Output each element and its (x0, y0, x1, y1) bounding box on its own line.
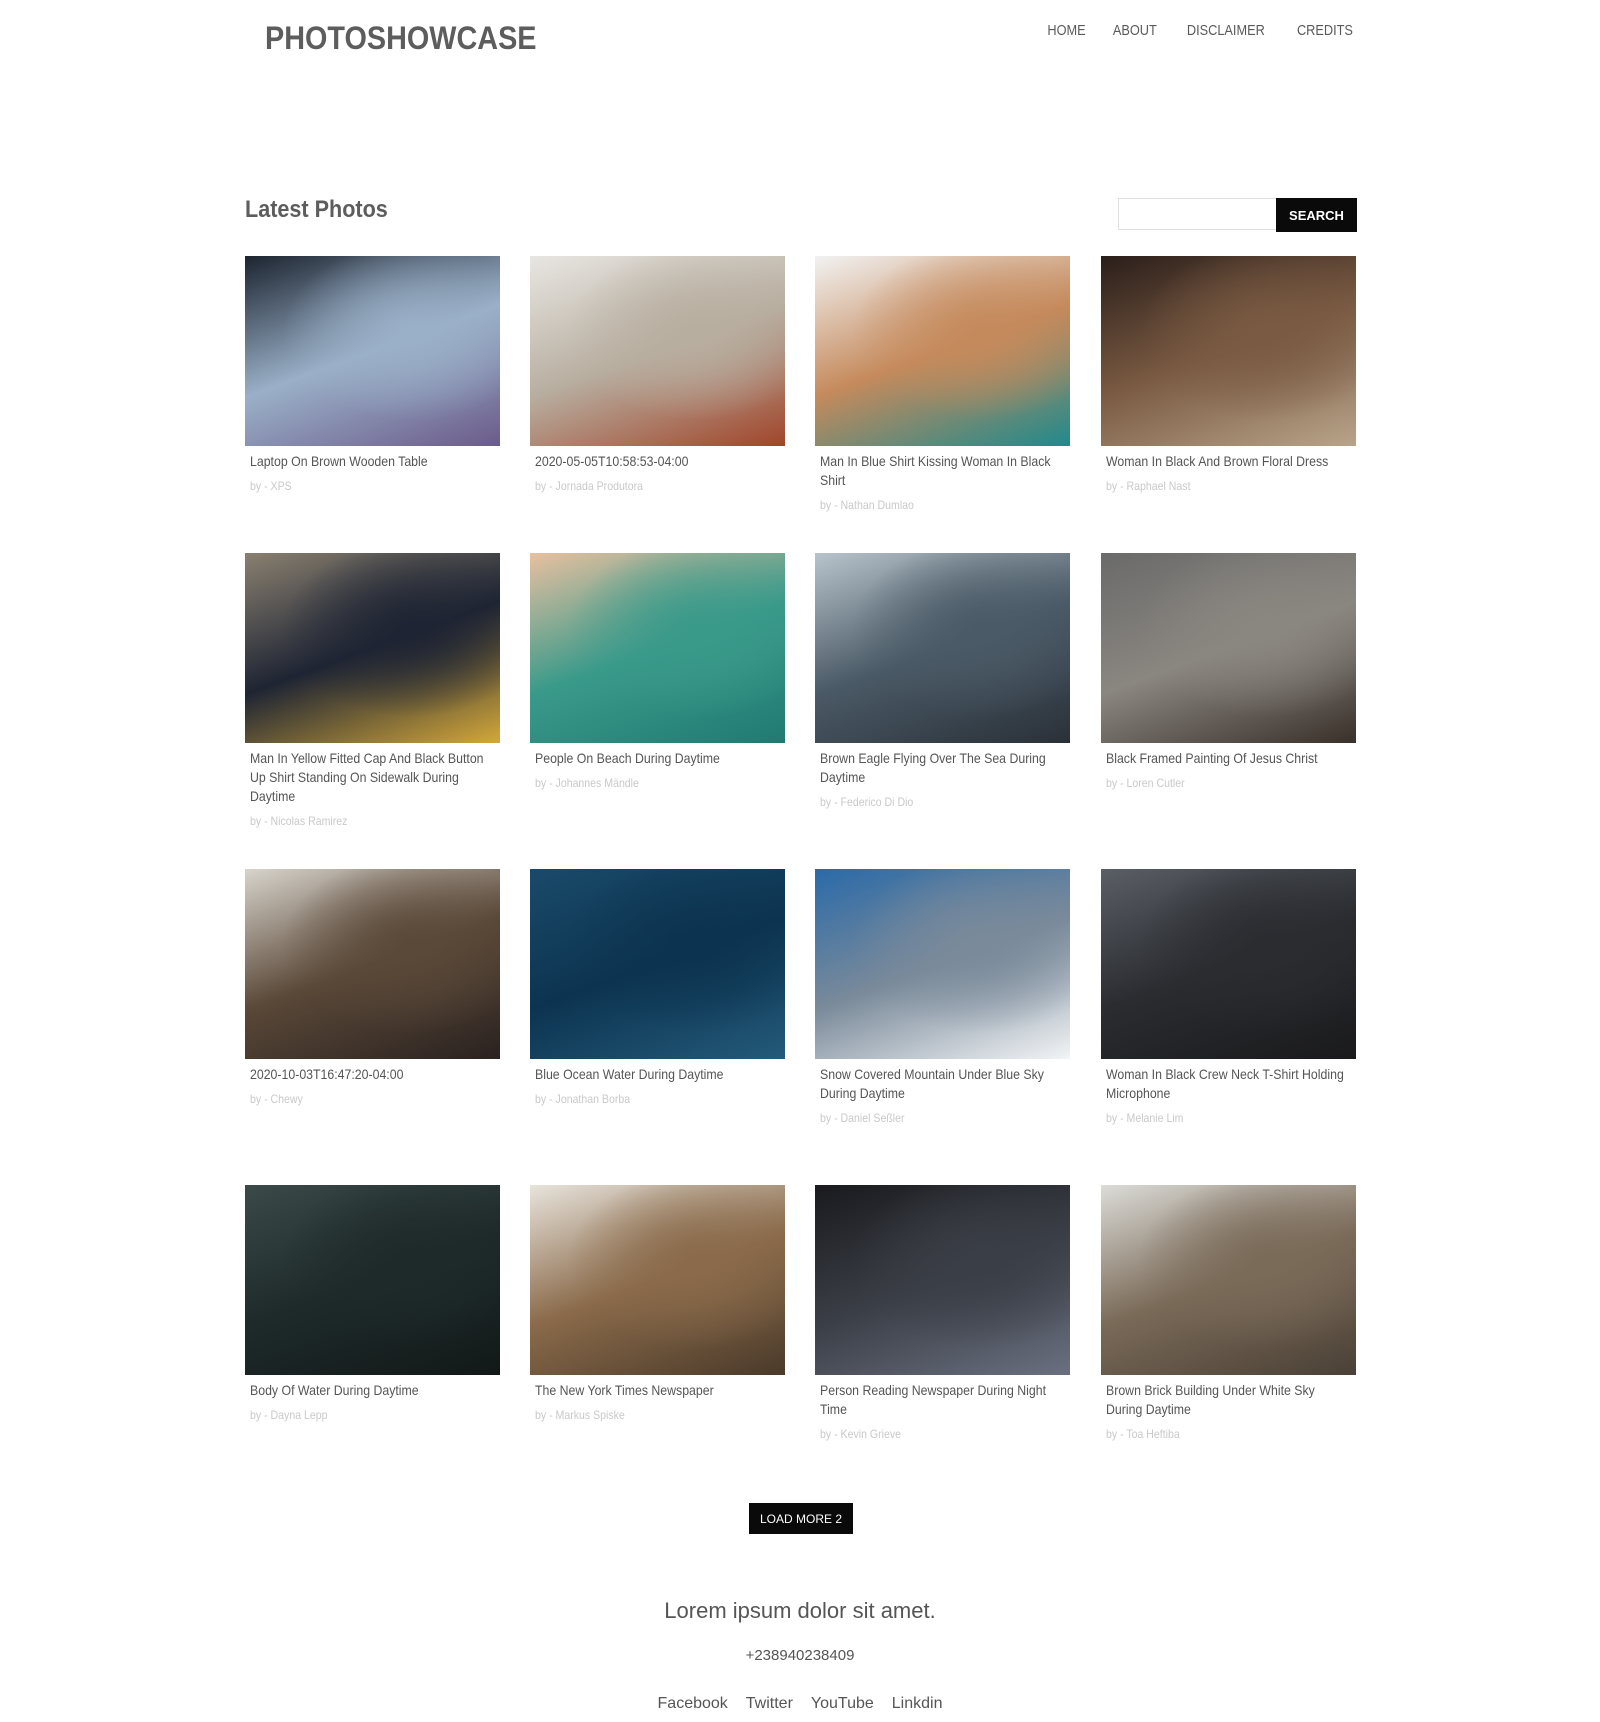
photo-thumbnail[interactable] (815, 256, 1070, 446)
search-input[interactable] (1118, 198, 1276, 230)
photo-thumbnail[interactable] (530, 553, 785, 743)
photo-title[interactable]: Woman In Black Crew Neck T-Shirt Holding… (1106, 1065, 1352, 1103)
photo-thumbnail[interactable] (530, 256, 785, 446)
photo-title[interactable]: Woman In Black And Brown Floral Dress (1106, 452, 1352, 471)
photo-author: by - Jornada Produtora (535, 479, 644, 493)
photo-thumbnail[interactable] (1101, 1185, 1356, 1375)
photo-card[interactable]: Black Framed Painting Of Jesus Christ by … (1101, 553, 1356, 790)
photo-author: by - Toa Heftiba (1106, 1427, 1180, 1441)
photo-card[interactable]: The New York Times Newspaper by - Markus … (530, 1185, 785, 1422)
nav-home[interactable]: HOME (1047, 22, 1085, 39)
photo-thumbnail[interactable] (815, 553, 1070, 743)
photo-author: by - Kevin Grieve (820, 1427, 902, 1441)
main-nav: HOME ABOUT DISCLAIMER CREDITS (1044, 22, 1358, 39)
footer-link-linkdin[interactable]: Linkdin (892, 1695, 943, 1713)
photo-title[interactable]: Snow Covered Mountain Under Blue Sky Dur… (820, 1065, 1066, 1103)
photo-card[interactable]: Man In Blue Shirt Kissing Woman In Black… (815, 256, 1070, 512)
photo-author: by - Melanie Lim (1106, 1111, 1184, 1125)
photo-card[interactable]: Brown Brick Building Under White Sky Dur… (1101, 1185, 1356, 1441)
photo-title[interactable]: Laptop On Brown Wooden Table (250, 452, 496, 471)
photo-author: by - Jonathan Borba (535, 1092, 631, 1106)
photo-card[interactable]: Woman In Black And Brown Floral Dress by … (1101, 256, 1356, 493)
photo-author: by - Nicolas Ramirez (250, 814, 348, 828)
photo-thumbnail[interactable] (1101, 553, 1356, 743)
photo-title[interactable]: Blue Ocean Water During Daytime (535, 1065, 781, 1084)
photo-card[interactable]: Body Of Water During Daytime by - Dayna L… (245, 1185, 500, 1422)
load-more-button[interactable]: LOAD MORE 2 (749, 1503, 853, 1534)
photo-thumbnail[interactable] (245, 869, 500, 1059)
photo-thumbnail[interactable] (530, 869, 785, 1059)
photo-title[interactable]: Person Reading Newspaper During Night Ti… (820, 1381, 1066, 1419)
footer-tagline: Lorem ipsum dolor sit amet. (664, 1598, 936, 1623)
site-header: PHOTOSHOWCASE HOME ABOUT DISCLAIMER CRED… (0, 0, 1600, 90)
photo-thumbnail[interactable] (815, 869, 1070, 1059)
photo-author: by - Chewy (250, 1092, 303, 1106)
photo-thumbnail[interactable] (815, 1185, 1070, 1375)
photo-card[interactable]: Person Reading Newspaper During Night Ti… (815, 1185, 1070, 1441)
photo-title[interactable]: The New York Times Newspaper (535, 1381, 781, 1400)
search-box: SEARCH (1118, 198, 1357, 232)
photo-title[interactable]: Man In Blue Shirt Kissing Woman In Black… (820, 452, 1066, 490)
photo-title[interactable]: Body Of Water During Daytime (250, 1381, 496, 1400)
footer-links: Facebook Twitter YouTube Linkdin (0, 1695, 1600, 1713)
photo-thumbnail[interactable] (245, 553, 500, 743)
photo-thumbnail[interactable] (530, 1185, 785, 1375)
nav-about[interactable]: ABOUT (1113, 22, 1157, 39)
nav-disclaimer[interactable]: DISCLAIMER (1187, 22, 1265, 39)
photo-author: by - XPS (250, 479, 292, 493)
photo-author: by - Raphael Nast (1106, 479, 1191, 493)
photo-card[interactable]: Laptop On Brown Wooden Table by - XPS (245, 256, 500, 493)
footer-link-twitter[interactable]: Twitter (746, 1695, 793, 1713)
photo-author: by - Loren Cutler (1106, 776, 1185, 790)
photo-title[interactable]: Black Framed Painting Of Jesus Christ (1106, 749, 1352, 768)
photo-card[interactable]: Blue Ocean Water During Daytime by - Jona… (530, 869, 785, 1106)
photo-card[interactable]: 2020-05-05T10:58:53-04:00 by - Jornada Pr… (530, 256, 785, 493)
photo-author: by - Federico Di Dio (820, 795, 914, 809)
search-button[interactable]: SEARCH (1276, 198, 1357, 232)
photo-title[interactable]: People On Beach During Daytime (535, 749, 781, 768)
photo-card[interactable]: 2020-10-03T16:47:20-04:00 by - Chewy (245, 869, 500, 1106)
photo-author: by - Dayna Lepp (250, 1408, 328, 1422)
photo-card[interactable]: Brown Eagle Flying Over The Sea During D… (815, 553, 1070, 809)
photo-title[interactable]: 2020-10-03T16:47:20-04:00 (250, 1065, 496, 1084)
latest-photos-header: Latest Photos SEARCH (245, 196, 1357, 236)
photo-author: by - Nathan Dumlao (820, 498, 914, 512)
section-title: Latest Photos (245, 196, 388, 223)
site-logo[interactable]: PHOTOSHOWCASE (265, 20, 536, 57)
photo-author: by - Daniel Seßler (820, 1111, 905, 1125)
footer-link-youtube[interactable]: YouTube (811, 1695, 874, 1713)
photo-title[interactable]: Man In Yellow Fitted Cap And Black Butto… (250, 749, 496, 806)
photo-card[interactable]: Snow Covered Mountain Under Blue Sky Dur… (815, 869, 1070, 1125)
footer-phone: +238940238409 (745, 1647, 855, 1664)
photo-card[interactable]: Man In Yellow Fitted Cap And Black Butto… (245, 553, 500, 828)
photo-author: by - Johannes Mändle (535, 776, 639, 790)
photo-thumbnail[interactable] (245, 256, 500, 446)
photo-author: by - Markus Spiske (535, 1408, 625, 1422)
photo-title[interactable]: 2020-05-05T10:58:53-04:00 (535, 452, 781, 471)
photo-title[interactable]: Brown Brick Building Under White Sky Dur… (1106, 1381, 1352, 1419)
nav-credits[interactable]: CREDITS (1297, 22, 1353, 39)
photo-thumbnail[interactable] (1101, 256, 1356, 446)
photo-title[interactable]: Brown Eagle Flying Over The Sea During D… (820, 749, 1066, 787)
photo-card[interactable]: Woman In Black Crew Neck T-Shirt Holding… (1101, 869, 1356, 1125)
photo-thumbnail[interactable] (1101, 869, 1356, 1059)
footer-link-facebook[interactable]: Facebook (658, 1695, 728, 1713)
photo-thumbnail[interactable] (245, 1185, 500, 1375)
photo-card[interactable]: People On Beach During Daytime by - Johan… (530, 553, 785, 790)
